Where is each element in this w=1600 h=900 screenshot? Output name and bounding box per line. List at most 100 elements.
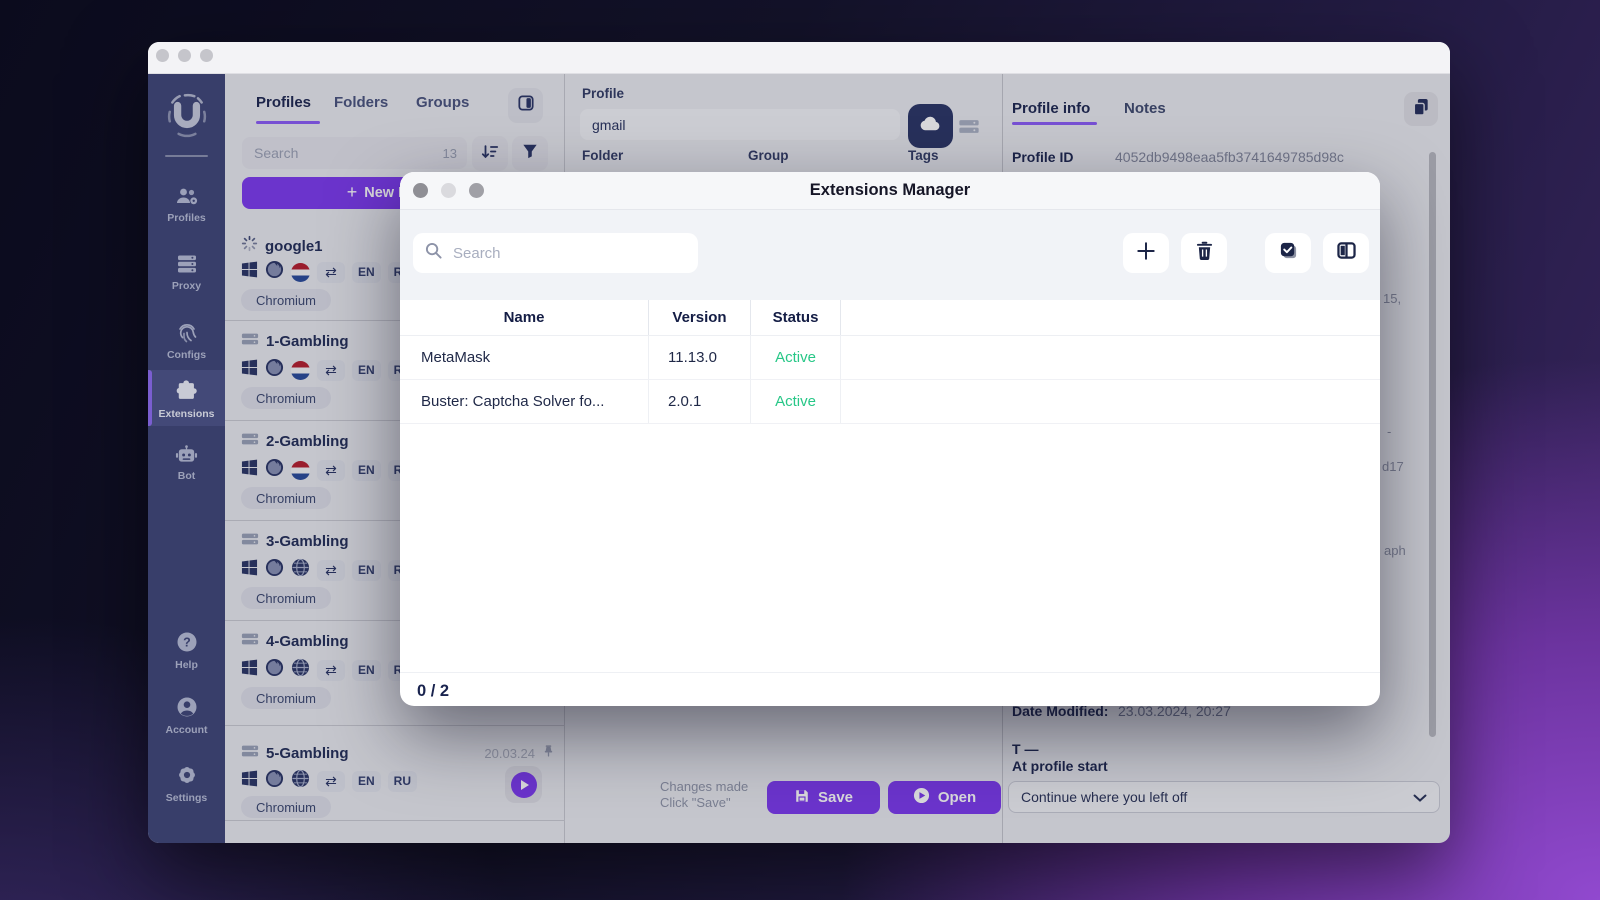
table-row[interactable]: Buster: Captcha Solver fo... 2.0.1 Activ…	[400, 380, 1380, 424]
profile-id-label: Profile ID	[1012, 149, 1073, 165]
minimize-window-button[interactable]	[178, 49, 191, 62]
start-profile-button[interactable]	[505, 766, 542, 803]
windows-icon	[241, 770, 258, 792]
firefox-icon	[265, 458, 284, 482]
select-all-button[interactable]	[1265, 233, 1311, 273]
swap-arrows-icon: ⇄	[317, 660, 345, 681]
at-profile-start-select[interactable]: Continue where you left off	[1008, 781, 1440, 813]
drive-icon	[241, 332, 259, 351]
filter-icon	[522, 143, 538, 164]
profile-search-input[interactable]	[252, 144, 443, 162]
open-label: Open	[938, 789, 976, 806]
save-button[interactable]: Save	[767, 781, 880, 814]
sidebar-item-account[interactable]: Account	[148, 696, 225, 736]
truncated-value: -	[1387, 424, 1391, 439]
copy-profile-button[interactable]	[1404, 92, 1438, 126]
extension-status: Active	[751, 380, 841, 423]
sidebar-item-proxy[interactable]: Proxy	[148, 254, 225, 292]
table-row[interactable]: MetaMask 11.13.0 Active	[400, 336, 1380, 380]
language-badge: RU	[388, 771, 417, 792]
firefox-icon	[265, 358, 284, 382]
sidebar-item-label: Bot	[178, 470, 196, 482]
extension-search-input[interactable]	[451, 244, 686, 263]
sidebar-item-label: Account	[166, 724, 208, 736]
drive-icon	[241, 632, 259, 651]
delete-extension-button[interactable]	[1181, 233, 1227, 273]
changes-line2: Click "Save"	[660, 795, 770, 811]
active-tab-underline	[256, 121, 320, 124]
group-field-label: Group	[748, 148, 789, 163]
extension-search-field[interactable]	[413, 233, 698, 273]
profile-search-field[interactable]: 13	[242, 137, 467, 169]
drive-icon	[241, 532, 259, 551]
globe-icon	[291, 658, 310, 682]
profile-count: 13	[443, 146, 457, 161]
svg-text:?: ?	[183, 635, 191, 649]
sort-button[interactable]	[472, 136, 508, 171]
language-badge: EN	[352, 360, 381, 381]
close-window-button[interactable]	[156, 49, 169, 62]
profile-list-item[interactable]: 5-Gambling 20.03.24 ⇄ EN RU Chromium	[225, 725, 565, 820]
modal-titlebar: Extensions Manager	[400, 172, 1380, 210]
changes-line1: Changes made	[660, 779, 770, 795]
browser-tag: Chromium	[241, 587, 331, 609]
add-extension-button[interactable]	[1123, 233, 1169, 273]
language-badge: EN	[352, 771, 381, 792]
at-profile-start-label: At profile start	[1012, 758, 1108, 774]
column-header-version: Version	[649, 300, 751, 335]
drive-icon	[241, 744, 259, 763]
local-storage-icon[interactable]	[958, 119, 980, 139]
at-profile-start-value: Continue where you left off	[1021, 789, 1187, 805]
pin-icon[interactable]	[542, 744, 555, 763]
tab-profile-info[interactable]: Profile info	[1012, 100, 1090, 117]
panel-toggle-icon	[518, 95, 534, 116]
open-button[interactable]: Open	[888, 781, 1001, 814]
active-tab-underline	[1012, 122, 1097, 125]
sidebar-item-extensions[interactable]: Extensions	[148, 370, 225, 426]
windows-icon	[241, 659, 258, 681]
tab-groups[interactable]: Groups	[416, 94, 469, 111]
sidebar-item-label: Help	[175, 659, 198, 671]
profile-name: 3-Gambling	[266, 533, 349, 550]
columns-view-button[interactable]	[1323, 233, 1369, 273]
sidebar-item-profiles[interactable]: Profiles	[148, 186, 225, 224]
tab-profiles[interactable]: Profiles	[256, 94, 311, 111]
list-divider	[225, 820, 565, 821]
swap-arrows-icon: ⇄	[317, 262, 345, 283]
tab-notes[interactable]: Notes	[1124, 100, 1166, 117]
spinner-icon	[241, 235, 258, 257]
sort-icon	[481, 143, 499, 165]
nl-flag-icon	[291, 263, 310, 282]
browser-tag: Chromium	[241, 687, 331, 709]
browser-tag: Chromium	[241, 796, 331, 818]
sidebar-item-settings[interactable]: Settings	[148, 764, 225, 804]
filter-button[interactable]	[512, 136, 548, 171]
truncated-value: aph	[1384, 543, 1406, 558]
profile-field-label: Profile	[582, 86, 624, 101]
profile-name-input[interactable]	[580, 109, 900, 140]
tab-folders[interactable]: Folders	[334, 94, 388, 111]
language-badge: EN	[352, 560, 381, 581]
swap-arrows-icon: ⇄	[317, 460, 345, 481]
collapse-panel-button[interactable]	[508, 88, 543, 123]
sidebar-item-label: Profiles	[167, 212, 206, 224]
cloud-storage-button[interactable]	[908, 104, 953, 148]
sidebar-item-label: Proxy	[172, 280, 201, 292]
open-play-icon	[913, 787, 930, 808]
extensions-icon	[175, 379, 198, 405]
tags-section-label: T —	[1012, 741, 1038, 757]
sidebar-item-configs[interactable]: Configs	[148, 321, 225, 361]
sidebar-item-bot[interactable]: Bot	[148, 444, 225, 482]
sidebar-item-label: Settings	[166, 792, 207, 804]
zoom-window-button[interactable]	[200, 49, 213, 62]
windows-icon	[241, 261, 258, 283]
extensions-manager-modal: Extensions Manager Name Version Status M…	[400, 172, 1380, 706]
sidebar-item-help[interactable]: ? Help	[148, 631, 225, 671]
bot-icon	[175, 444, 198, 467]
column-header-empty	[841, 300, 1380, 335]
scrollbar-thumb[interactable]	[1429, 152, 1436, 737]
truncated-value: d17	[1382, 459, 1404, 474]
swap-arrows-icon: ⇄	[317, 360, 345, 381]
changes-made-note: Changes made Click "Save"	[660, 779, 770, 811]
browser-tag: Chromium	[241, 387, 331, 409]
